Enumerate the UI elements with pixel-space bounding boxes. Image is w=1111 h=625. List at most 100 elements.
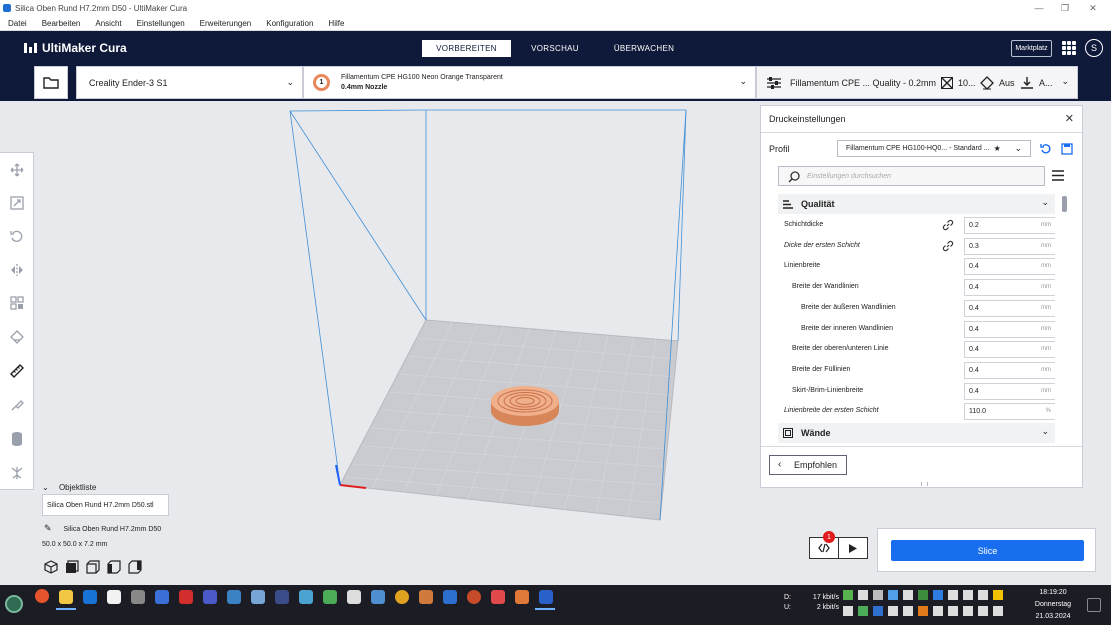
save-profile-icon[interactable] (1061, 143, 1073, 155)
app-icon-3[interactable] (203, 590, 217, 604)
app-icon-12[interactable] (419, 590, 433, 604)
app-icon-1[interactable] (155, 590, 169, 604)
mirror-tool-icon[interactable] (8, 261, 26, 279)
setting-value-input[interactable]: 0.4 mm (964, 320, 1055, 338)
tray-icon-19[interactable] (993, 606, 1003, 616)
link-icon[interactable] (942, 219, 954, 231)
profile-dropdown[interactable]: Fillamentum CPE HG100-HQ0... - Standard … (837, 140, 1031, 157)
minimize-icon[interactable]: — (1025, 0, 1053, 16)
app-icon-13[interactable] (443, 590, 457, 604)
setting-value-input[interactable]: 0.4 mm (964, 361, 1055, 379)
view-front-icon[interactable] (65, 560, 79, 574)
tray-icon-6[interactable] (918, 590, 928, 600)
setting-value-input[interactable]: 0.2 mm (964, 217, 1055, 234)
clock-day[interactable]: Donnerstag (1027, 601, 1079, 608)
tray-icon-16[interactable] (903, 606, 913, 616)
setting-value-input[interactable]: 0.4 mm (964, 382, 1055, 400)
printer-selector[interactable]: Creality Ender-3 S1 ⌄ (76, 66, 303, 99)
tray-icon-9[interactable] (963, 590, 973, 600)
app-icon-16[interactable] (515, 590, 529, 604)
profile-summary-button[interactable]: Fillamentum CPE ... Quality - 0.2mm 10..… (756, 66, 1078, 99)
tray-icon-8[interactable] (948, 590, 958, 600)
per-model-settings-icon[interactable] (8, 294, 26, 312)
setting-value-input[interactable]: 0.4 mm (964, 258, 1055, 276)
tab-vorschau[interactable]: VORSCHAU (516, 40, 594, 57)
open-file-button[interactable] (34, 66, 68, 99)
play-button[interactable] (838, 537, 868, 559)
menu-konfiguration[interactable]: Konfiguration (266, 19, 313, 28)
setting-value-input[interactable]: 0.4 mm (964, 279, 1055, 297)
link-icon[interactable] (942, 240, 954, 252)
support-blocker-icon[interactable] (8, 328, 26, 346)
rotate-tool-icon[interactable] (8, 227, 26, 245)
resize-handle[interactable] (921, 482, 928, 486)
category-waende[interactable]: Wände ⌄ (778, 423, 1055, 443)
view-3d-icon[interactable] (44, 560, 58, 574)
tray-icon-13[interactable] (858, 606, 868, 616)
menu-ansicht[interactable]: Ansicht (95, 19, 121, 28)
menu-hilfe[interactable]: Hilfe (328, 19, 344, 28)
setting-value-input[interactable]: 0.4 mm (964, 341, 1055, 359)
object-name-row[interactable]: ✎ Silica Oben Rund H7.2mm D50 (44, 523, 161, 534)
user-avatar[interactable]: S (1085, 39, 1103, 57)
app-icon-5[interactable] (251, 590, 265, 604)
app-icon-14[interactable] (467, 590, 481, 604)
material-selector[interactable]: 1 Fillamentum CPE HG100 Neon Orange Tran… (303, 66, 756, 99)
object-list-item[interactable]: Silica Oben Rund H7.2mm D50.stl (42, 494, 169, 516)
menu-datei[interactable]: Datei (8, 19, 27, 28)
model-silica-oben-rund[interactable] (491, 386, 559, 426)
tray-icon-12[interactable] (843, 606, 853, 616)
settings-search-input[interactable]: Einstellungen durchsuchen (778, 166, 1045, 186)
reset-profile-icon[interactable] (1040, 143, 1052, 155)
tab-vorbereiten[interactable]: VORBEREITEN (422, 40, 511, 57)
tray-icon-18[interactable] (978, 606, 988, 616)
settings-menu-icon[interactable] (1051, 169, 1065, 182)
cylinder-tool-icon[interactable] (8, 430, 26, 448)
outlook-icon[interactable] (83, 590, 97, 604)
setting-value-input[interactable]: 110.0% (964, 403, 1055, 421)
tab-ueberwachen[interactable]: ÜBERWACHEN (601, 40, 687, 57)
app-icon-4[interactable] (227, 590, 241, 604)
notepad-icon[interactable] (107, 590, 121, 604)
app-icon-11[interactable] (395, 590, 409, 604)
app-icon-8[interactable] (323, 590, 337, 604)
view-top-icon[interactable] (86, 560, 100, 574)
app-icon-10[interactable] (371, 590, 385, 604)
firefox-icon[interactable] (35, 589, 49, 603)
tray-icon-7[interactable] (933, 590, 943, 600)
explorer-icon[interactable] (59, 590, 73, 604)
app-icon-2[interactable] (179, 590, 193, 604)
scale-tool-icon[interactable] (8, 194, 26, 212)
battery-icon[interactable] (963, 606, 973, 616)
tray-icon-1[interactable] (843, 590, 853, 600)
apps-grid-icon[interactable] (1062, 41, 1076, 55)
close-icon[interactable]: ✕ (1065, 112, 1074, 125)
maximize-icon[interactable]: ❐ (1051, 0, 1079, 16)
category-qualitaet[interactable]: Qualität ⌄ (778, 194, 1055, 214)
setting-value-input[interactable]: 0.4 mm (964, 299, 1055, 317)
app-icon-9[interactable] (347, 590, 361, 604)
wifi-icon[interactable] (933, 606, 943, 616)
tray-icon-4[interactable] (888, 590, 898, 600)
app-icon-15[interactable] (491, 590, 505, 604)
snip-icon[interactable] (131, 590, 145, 604)
view-left-icon[interactable] (107, 560, 121, 574)
clock-date[interactable]: 21.03.2024 (1027, 613, 1079, 620)
setting-value-input[interactable]: 0.3 mm (964, 237, 1055, 255)
object-list-toggle[interactable]: ⌄ Objektliste (42, 483, 96, 492)
menu-einstellungen[interactable]: Einstellungen (137, 19, 185, 28)
tray-icon-14[interactable] (873, 606, 883, 616)
tray-icon-11[interactable] (993, 590, 1003, 600)
menu-bearbeiten[interactable]: Bearbeiten (42, 19, 81, 28)
tray-icon-17[interactable] (918, 606, 928, 616)
slice-button[interactable]: Slice (891, 540, 1084, 561)
speaker-icon[interactable] (948, 606, 958, 616)
app-icon-6[interactable] (275, 590, 289, 604)
measure-tool-icon[interactable] (8, 362, 26, 380)
tray-icon-15[interactable] (888, 606, 898, 616)
paint-tool-icon[interactable] (8, 396, 26, 414)
settings-scrollbar[interactable] (1062, 196, 1067, 212)
cura-taskbar-icon[interactable] (539, 590, 553, 604)
app-icon-7[interactable] (299, 590, 313, 604)
start-button[interactable] (5, 595, 23, 613)
